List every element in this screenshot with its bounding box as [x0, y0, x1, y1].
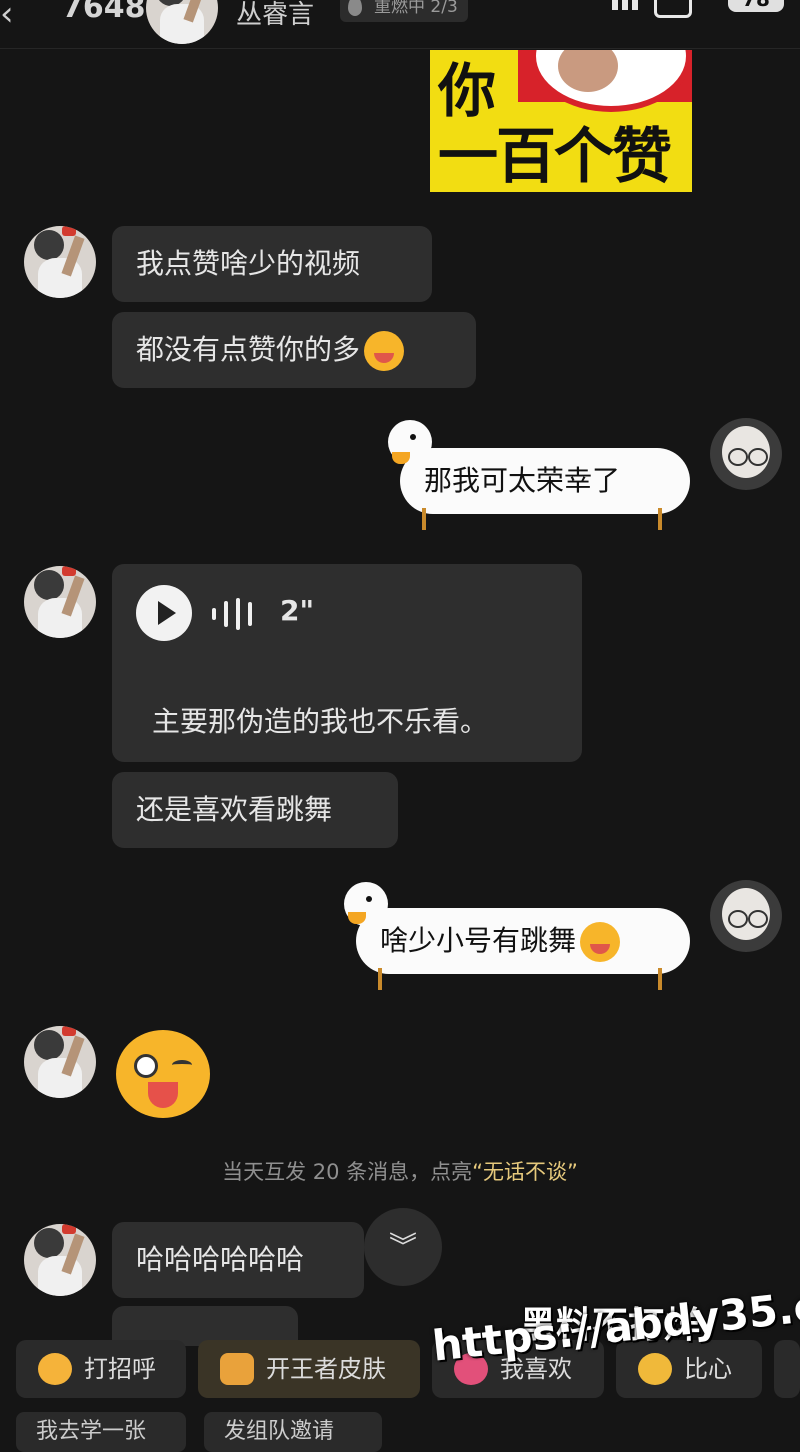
duck-foot-icon	[378, 968, 382, 990]
message-bubble[interactable]: 还是喜欢看跳舞	[112, 772, 398, 848]
unread-count: 7648	[62, 0, 146, 25]
duck-eye-icon	[366, 896, 372, 902]
finger-heart-icon	[638, 1353, 672, 1385]
quick-reply-label: 我去学一张	[36, 1419, 147, 1444]
quick-reply-chip[interactable]: 我去学一张	[16, 1412, 186, 1452]
cat-icon	[220, 1353, 254, 1385]
duck-foot-icon	[658, 968, 662, 990]
quick-reply-chip[interactable]: 打招呼	[16, 1340, 186, 1398]
sticker-image[interactable]: 你 一百个赞	[430, 50, 692, 192]
play-icon[interactable]	[136, 585, 192, 641]
voice-transcript: 主要那伪造的我也不乐看。	[152, 705, 489, 738]
wink-emoji-icon	[580, 922, 621, 962]
back-arrow-icon[interactable]: ‹	[0, 0, 14, 34]
menu-icon[interactable]	[612, 0, 648, 10]
sticker-text-line2: 一百个赞	[438, 122, 672, 192]
wave-hand-icon	[38, 1353, 72, 1385]
quick-reply-label: 发组队邀请	[224, 1419, 335, 1444]
message-text: 都没有点赞你的多	[136, 333, 361, 366]
duck-foot-icon	[658, 508, 662, 530]
contact-avatar[interactable]	[24, 226, 96, 298]
message-bubble-duck[interactable]: 啥少小号有跳舞	[356, 908, 690, 974]
message-bubble-duck[interactable]: 那我可太荣幸了	[400, 448, 690, 514]
message-text: 我点赞啥少的视频	[136, 247, 361, 280]
system-notice: 当天互发 20 条消息，点亮“无话不谈”	[0, 1156, 800, 1186]
duck-foot-icon	[422, 508, 426, 530]
message-bubble[interactable]: 哈哈哈哈哈哈	[112, 1222, 364, 1298]
contact-avatar[interactable]	[24, 1224, 96, 1296]
notification-badge: 78	[728, 0, 784, 12]
tongue-wink-emoji-icon[interactable]	[116, 1030, 210, 1118]
chevron-down-icon: ︾	[388, 1230, 417, 1263]
waveform-icon	[212, 598, 252, 630]
message-bubble[interactable]: 都没有点赞你的多	[112, 312, 476, 388]
quick-reply-chip-partial[interactable]	[774, 1340, 800, 1398]
contact-avatar[interactable]	[24, 566, 96, 638]
message-text: 还是喜欢看跳舞	[136, 793, 333, 826]
contact-avatar[interactable]	[146, 0, 218, 44]
scroll-to-bottom-button[interactable]: ︾	[364, 1208, 442, 1286]
message-text: 那我可太荣幸了	[424, 464, 621, 497]
my-avatar[interactable]	[710, 880, 782, 952]
quick-reply-chip[interactable]: 开王者皮肤	[198, 1340, 420, 1398]
streak-status-badge: 重燃中 2/3	[340, 0, 468, 22]
message-text: 啥少小号有跳舞	[380, 924, 577, 957]
quick-reply-chip[interactable]: 发组队邀请	[204, 1412, 382, 1452]
system-notice-text: 当天互发 20 条消息，点亮	[222, 1160, 473, 1184]
quick-reply-label: 开王者皮肤	[266, 1355, 386, 1383]
message-bubble[interactable]: 我点赞啥少的视频	[112, 226, 432, 302]
video-call-icon[interactable]	[654, 0, 692, 18]
message-text: 哈哈哈哈哈哈	[136, 1243, 305, 1276]
contact-avatar[interactable]	[24, 1026, 96, 1098]
flame-icon	[348, 0, 362, 16]
system-notice-highlight[interactable]: “无话不谈”	[472, 1160, 578, 1184]
duck-eye-icon	[410, 434, 416, 440]
top-bar: ‹ 7648 丛睿言 重燃中 2/3 78	[0, 0, 800, 49]
quick-reply-label: 比心	[684, 1355, 732, 1383]
quick-reply-label: 打招呼	[84, 1355, 156, 1383]
streak-status-text: 重燃中 2/3	[374, 0, 458, 17]
my-avatar[interactable]	[710, 418, 782, 490]
shy-emoji-icon	[364, 331, 405, 371]
contact-name[interactable]: 丛睿言	[236, 0, 314, 31]
voice-duration: 2"	[280, 594, 315, 627]
